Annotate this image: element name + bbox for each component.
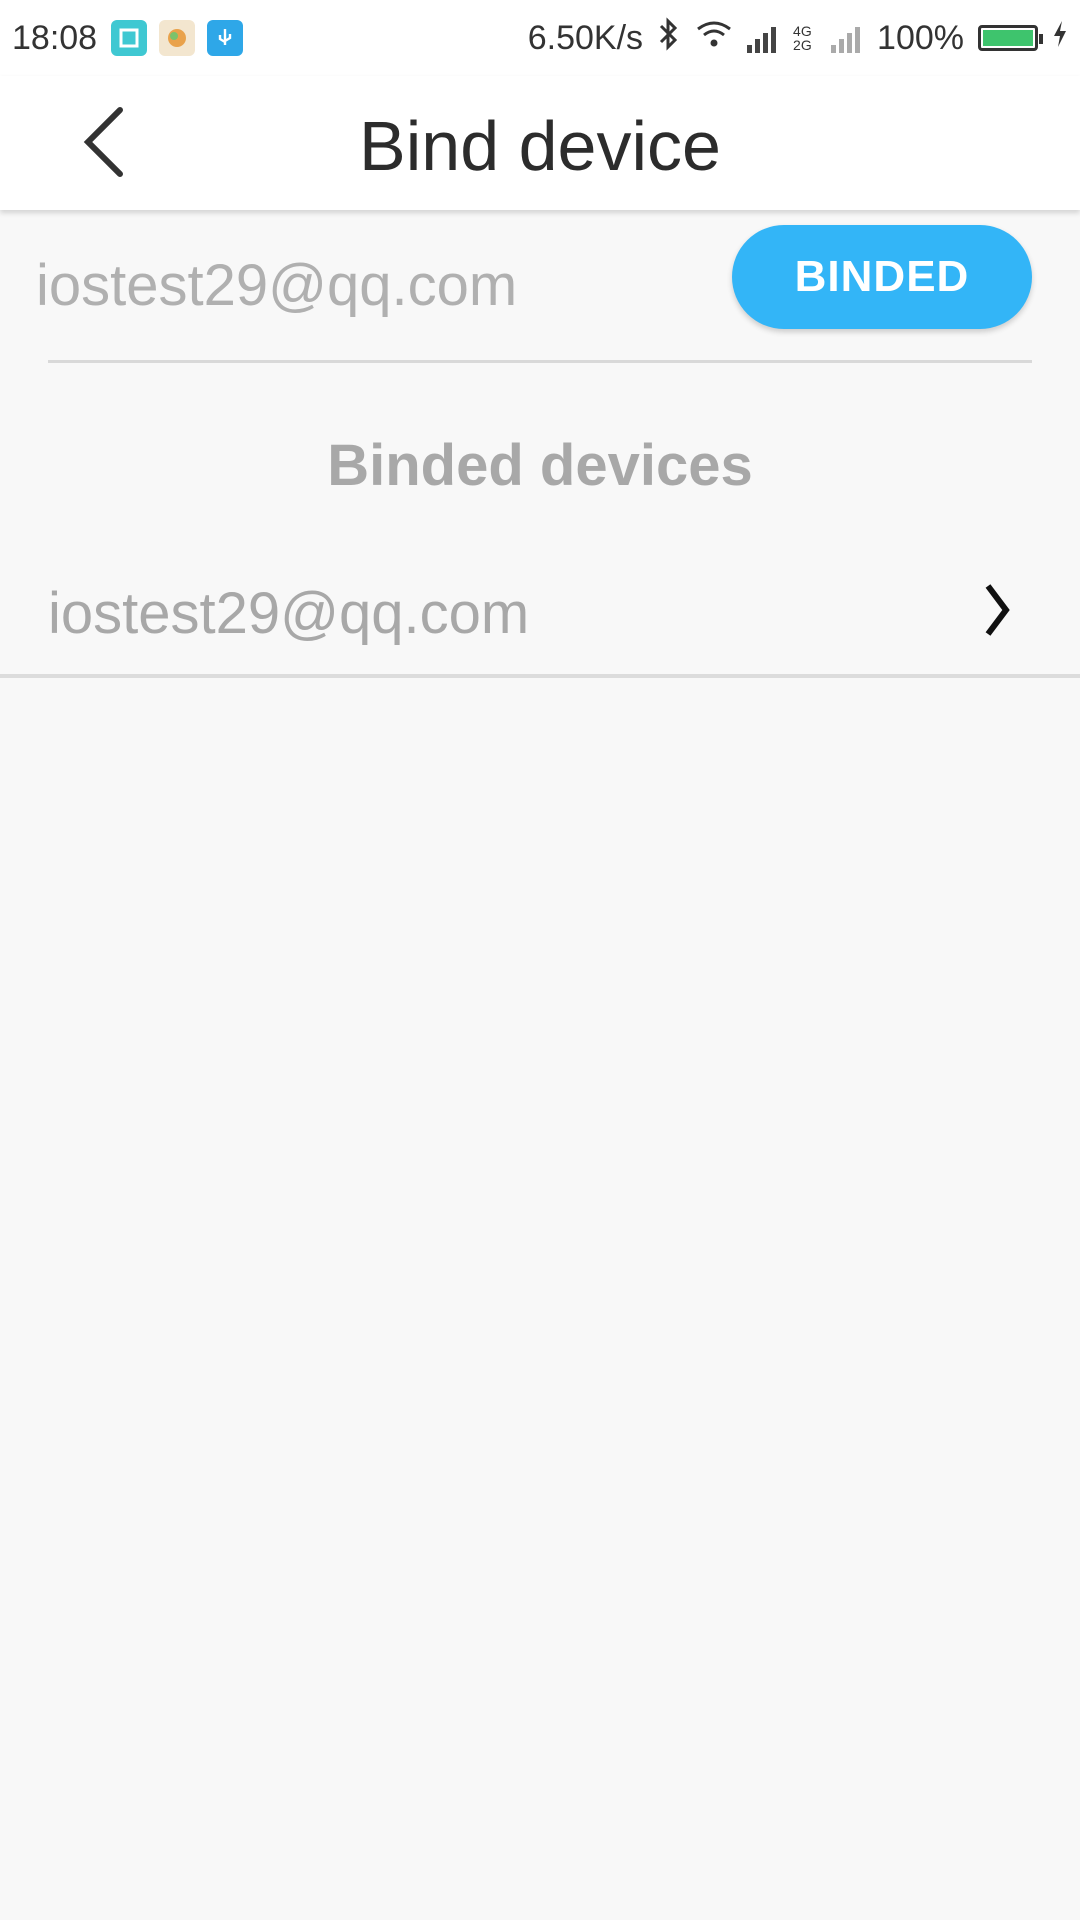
binded-button[interactable]: BINDED — [732, 225, 1032, 329]
signal-icon — [747, 23, 779, 53]
usb-icon — [207, 20, 244, 56]
network-speed: 6.50K/s — [527, 18, 644, 57]
binding-row: iostest29@qq.com BINDED — [0, 210, 1080, 360]
signal-icon-secondary — [831, 23, 863, 53]
chevron-right-icon — [985, 584, 1010, 636]
section-title: Binded devices — [327, 433, 753, 498]
battery-icon — [978, 25, 1043, 51]
status-time: 18:08 — [12, 18, 98, 57]
status-bar: 18:08 6.50K/s 4G 2G 100% — [0, 0, 1080, 76]
charging-icon — [1052, 19, 1068, 58]
device-email: iostest29@qq.com — [48, 581, 530, 646]
network-type: 4G 2G — [793, 23, 812, 53]
app-icon — [159, 20, 196, 56]
page-title: Bind device — [359, 107, 721, 185]
divider — [48, 360, 1032, 363]
app-bar: Bind device — [0, 76, 1080, 210]
battery-percent: 100% — [877, 18, 964, 57]
screenshot-icon — [111, 20, 148, 56]
bluetooth-icon — [657, 16, 681, 60]
wifi-icon — [695, 19, 733, 58]
list-item[interactable]: iostest29@qq.com — [0, 540, 1080, 678]
email-field[interactable]: iostest29@qq.com — [36, 252, 517, 319]
